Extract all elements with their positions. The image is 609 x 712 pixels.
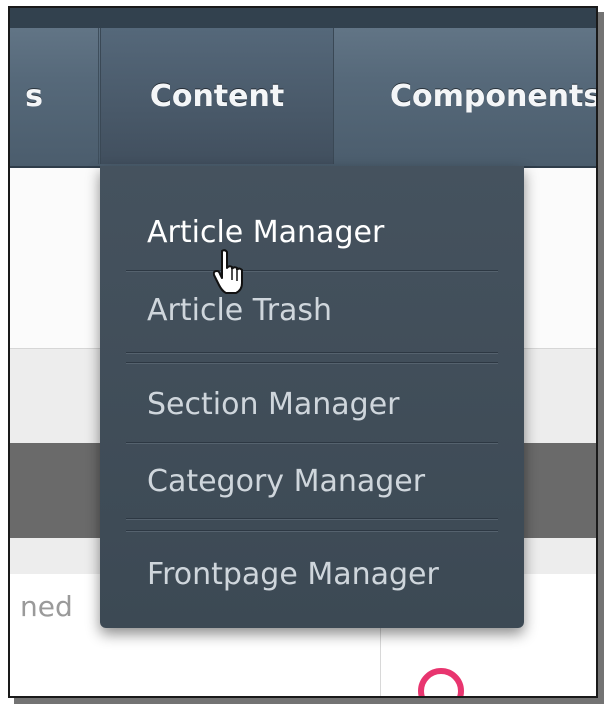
menu-separator — [126, 442, 498, 444]
background-partial-text: ned — [20, 590, 73, 623]
top-navigation-bar: s Content Components — [10, 8, 596, 168]
menu-item-frontpage-manager[interactable]: Frontpage Manager — [147, 544, 439, 604]
nav-item-content[interactable]: Content — [100, 28, 334, 164]
content-dropdown-menu: Article Manager Article Trash Section Ma… — [100, 166, 524, 628]
hand-pointer-cursor-icon — [213, 249, 243, 294]
menu-separator — [126, 518, 498, 520]
menu-separator — [126, 530, 498, 532]
menu-separator — [126, 352, 498, 354]
menu-item-section-manager[interactable]: Section Manager — [147, 374, 400, 434]
top-strip — [10, 8, 596, 28]
menu-item-article-manager[interactable]: Article Manager — [147, 202, 384, 262]
nav-item-components[interactable]: Components — [340, 28, 596, 164]
menu-separator — [126, 270, 498, 272]
screenshot-frame: s Content Components ned Article Manager… — [8, 6, 598, 698]
menu-item-category-manager[interactable]: Category Manager — [147, 451, 425, 511]
menu-separator — [126, 362, 498, 364]
nav-item-partial[interactable]: s — [10, 28, 99, 164]
